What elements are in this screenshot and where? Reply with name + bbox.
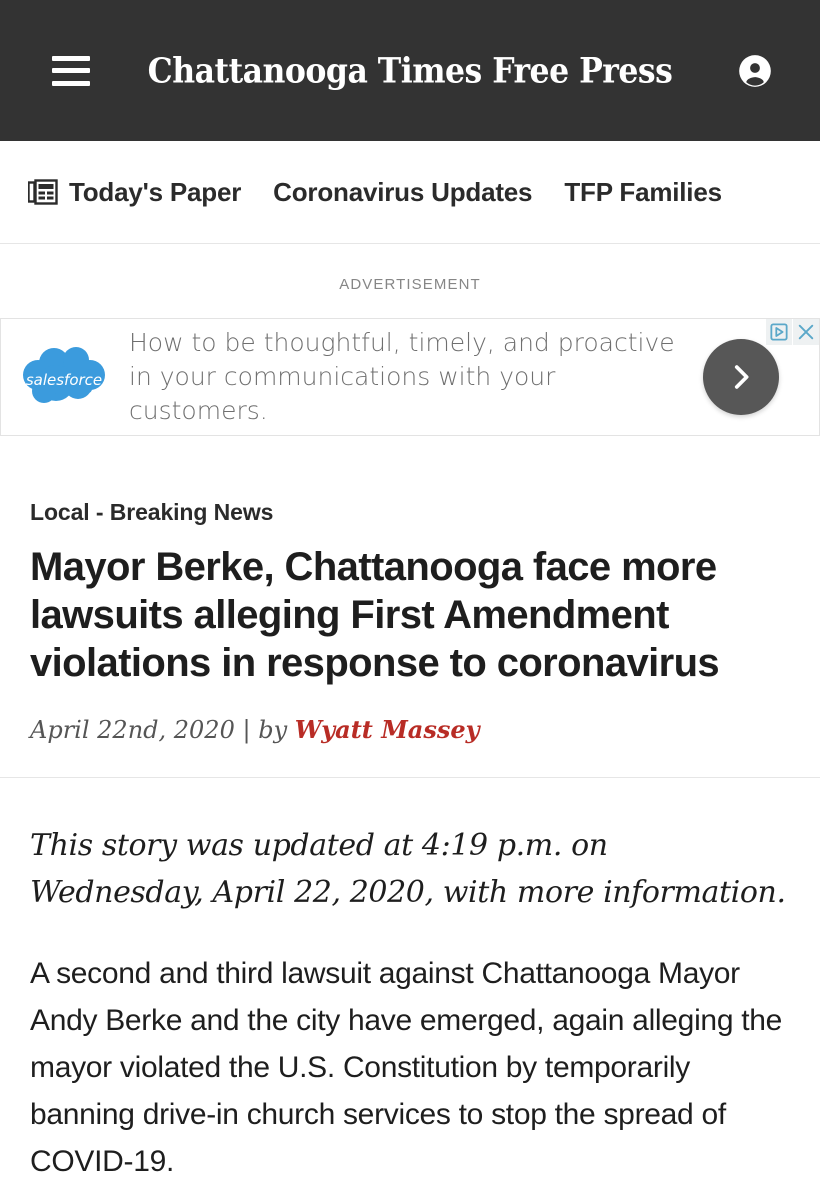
salesforce-logo: salesforce	[1, 341, 119, 413]
advertisement-label: ADVERTISEMENT	[339, 276, 481, 293]
article-date: April 22nd, 2020	[30, 716, 235, 744]
article-author[interactable]: Wyatt Massey	[295, 715, 480, 744]
svg-text:salesforce: salesforce	[26, 371, 102, 389]
site-header: Chattanooga Times Free Press	[0, 0, 820, 141]
article-paragraph: A second and third lawsuit against Chatt…	[30, 957, 783, 1178]
byline-divider	[0, 777, 820, 778]
article-page: Chattanooga Times Free Press Today's Pap…	[0, 0, 820, 1200]
ad-copy-line-3: customers.	[129, 396, 268, 425]
sidebar-item-tfp-families[interactable]: TFP Families	[564, 177, 722, 208]
sidebar-item-coronavirus-updates[interactable]: Coronavirus Updates	[273, 177, 532, 208]
article-kicker[interactable]: Local - Breaking News	[30, 499, 790, 526]
section-nav[interactable]: Today's Paper Coronavirus Updates TFP Fa…	[0, 141, 820, 244]
advertisement-zone: ADVERTISEMENT salesforce How to be thoug…	[0, 244, 820, 436]
newspaper-icon	[28, 179, 58, 205]
sidebar-item-label: Coronavirus Updates	[273, 176, 533, 207]
advertisement-next-button[interactable]	[703, 339, 779, 415]
close-icon[interactable]	[793, 319, 819, 345]
adchoices-icon[interactable]	[766, 319, 792, 345]
byline-separator: |	[242, 716, 251, 744]
article-editors-note: This story was updated at 4:19 p.m. on W…	[30, 828, 786, 910]
sidebar-item-todays-paper[interactable]: Today's Paper	[28, 177, 241, 208]
article-byline: April 22nd, 2020 | by Wyatt Massey	[30, 715, 790, 744]
advertisement-banner[interactable]: salesforce How to be thoughtful, timely,…	[0, 318, 820, 436]
page-title: Mayor Berke, Chattanooga face more lawsu…	[30, 545, 720, 685]
masthead-title[interactable]: Chattanooga Times Free Press	[0, 50, 820, 91]
byline-by-label: by	[258, 716, 288, 744]
advertisement-badges	[765, 319, 819, 345]
ad-copy-line-1: How to be thoughtful, timely, and proact…	[129, 328, 675, 357]
sidebar-item-label: Today's Paper	[69, 176, 242, 207]
account-avatar-icon[interactable]	[736, 52, 774, 90]
article-content: Local - Breaking News Mayor Berke, Chatt…	[0, 499, 820, 1185]
sidebar-item-label: TFP Families	[564, 176, 722, 207]
